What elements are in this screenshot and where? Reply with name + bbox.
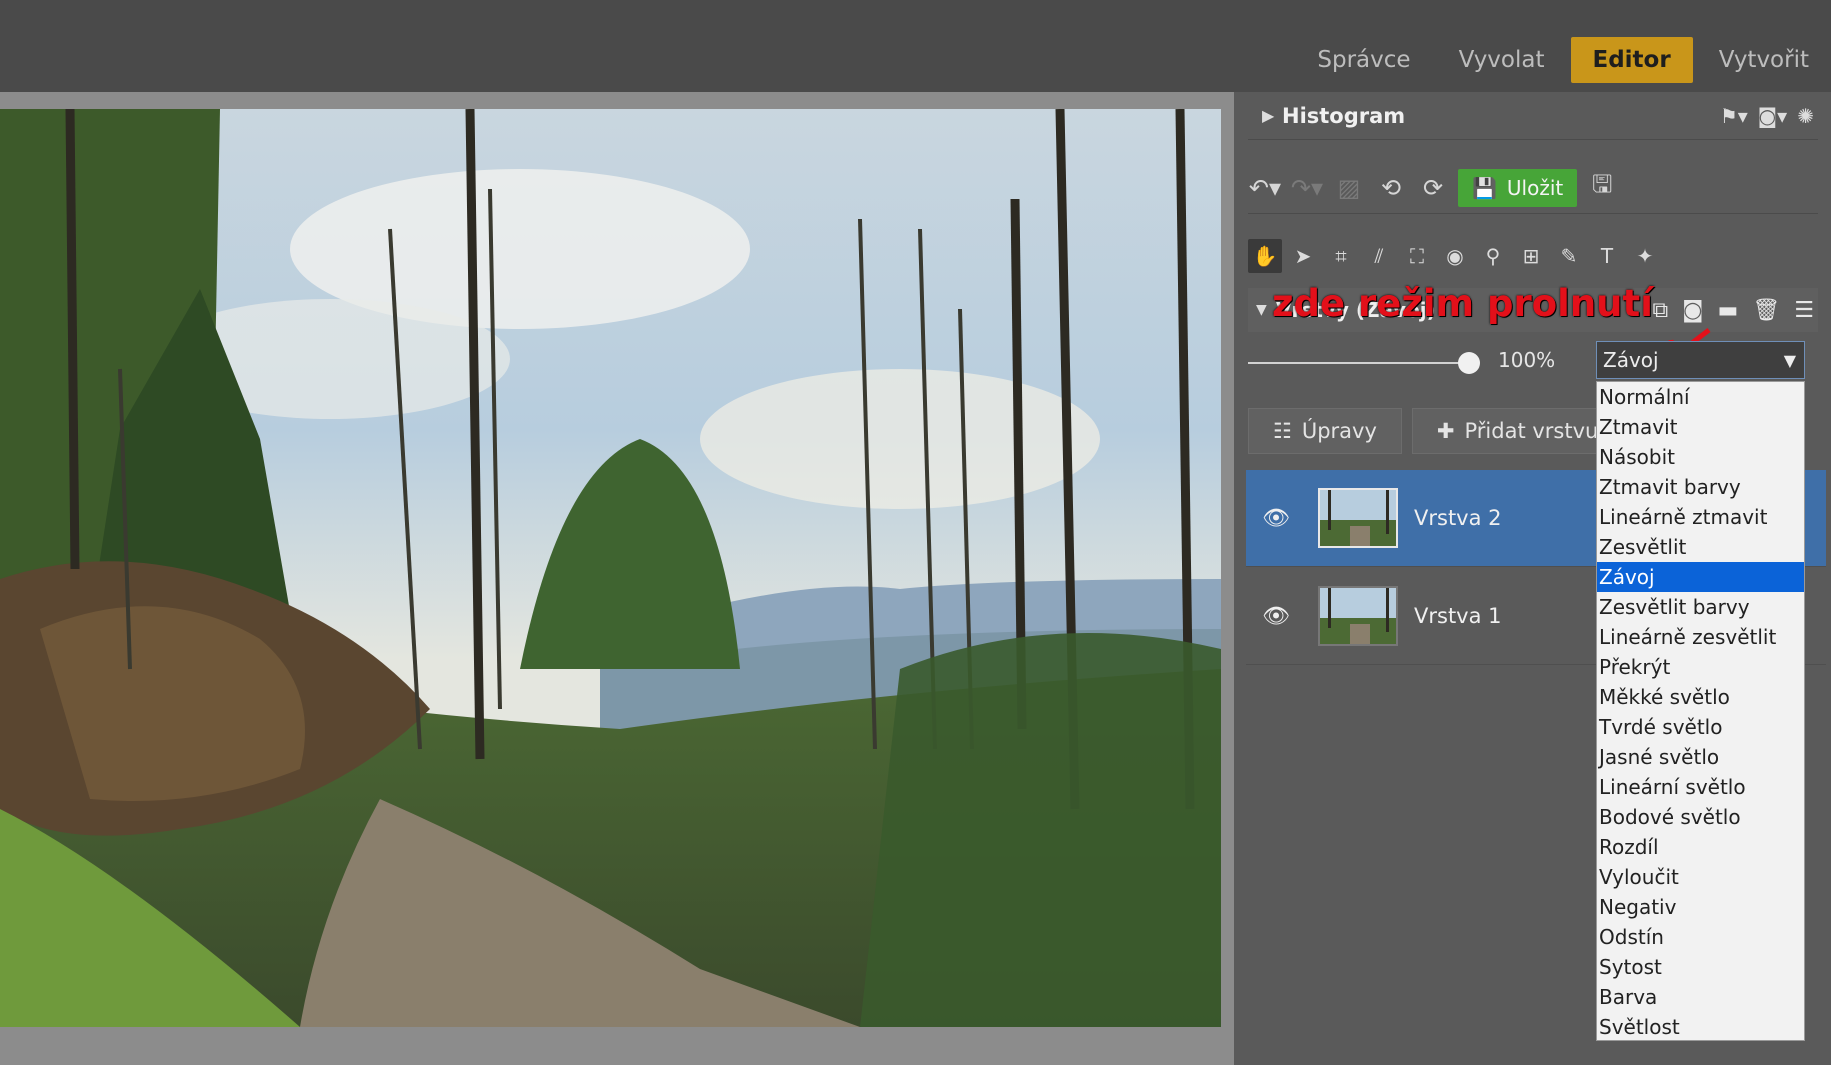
adjustments-label: Úpravy [1301,419,1377,443]
plus-icon: ✚ [1436,419,1455,443]
redo-icon[interactable]: ↷▾ [1290,174,1324,202]
trash-icon[interactable]: 🗑 [1752,298,1780,323]
histogram-title: Histogram [1282,103,1406,128]
crop-tool-icon[interactable]: ⌗ [1324,239,1358,273]
photo [0,109,1221,1027]
blend-mode-select[interactable]: Závoj ▼ [1596,341,1805,379]
blend-mode-option[interactable]: Světlost [1597,1012,1804,1042]
annotation-text: zde režim prolnutí [1272,282,1653,325]
histogram-icons: ⚑▾ ◙▾ ✺ [1720,104,1818,128]
folder-icon[interactable]: ▬ [1718,298,1739,323]
blend-mode-option[interactable]: Jasné světlo [1597,742,1804,772]
eye-icon[interactable]: 👁 [1246,604,1306,629]
blend-mode-dropdown: Normální Ztmavit Násobit Ztmavit barvy Lineá… [1596,381,1805,1041]
adjustments-button[interactable]: ☷ Úpravy [1248,408,1402,454]
blend-mode-option[interactable]: Ztmavit barvy [1597,472,1804,502]
tab-editor[interactable]: Editor [1570,37,1693,83]
thumbnail-image [1320,490,1396,546]
hand-tool-icon[interactable]: ✋ [1248,239,1282,273]
redeye-tool-icon[interactable]: ◉ [1438,239,1472,273]
opacity-value: 100% [1498,348,1556,372]
rotate-right-icon[interactable]: ⟳ [1416,174,1450,202]
tool-palette: ✋ ➤ ⌗ ⫽ ⛶ ◉ ⚲ ⊞ ✎ T ✦ [1248,232,1818,280]
effects-tool-icon[interactable]: ✦ [1628,239,1662,273]
straighten-tool-icon[interactable]: ⫽ [1362,239,1396,273]
layer-name: Vrstva 1 [1414,604,1502,628]
brush-tool-icon[interactable]: ✎ [1552,239,1586,273]
chevron-down-icon: ▼ [1783,351,1796,370]
mask-icon[interactable]: ◙▾ [1758,104,1787,128]
blend-mode-option[interactable]: Barva [1597,982,1804,1012]
top-bar: Správce Vyvolat Editor Vytvořit [0,0,1831,92]
blend-mode-option[interactable]: Lineární světlo [1597,772,1804,802]
blend-mode-option[interactable]: Lineárně ztmavit [1597,502,1804,532]
histogram-header[interactable]: ▶ Histogram ⚑▾ ◙▾ ✺ [1248,92,1818,140]
layer-mask-icon[interactable]: ◙ [1682,298,1703,323]
save-as-icon[interactable]: 🖫 [1585,167,1619,208]
menu-icon[interactable]: ☰ [1794,298,1814,323]
blend-mode-option[interactable]: Zesvětlit barvy [1597,592,1804,622]
blend-mode-option[interactable]: Negativ [1597,892,1804,922]
module-tabs: Správce Vyvolat Editor Vytvořit [1291,36,1831,84]
save-label: Uložit [1506,175,1564,200]
pointer-tool-icon[interactable]: ➤ [1286,239,1320,273]
blend-mode-option[interactable]: Překrýt [1597,652,1804,682]
blend-mode-option[interactable]: Ztmavit [1597,412,1804,442]
main-toolbar: ↶▾ ↷▾ ▨ ⟲ ⟳ 💾 Uložit 🖫 [1248,162,1818,214]
layer-thumbnail [1318,586,1398,646]
sliders-icon: ☷ [1273,419,1292,443]
blend-mode-option[interactable]: Sytost [1597,952,1804,982]
tab-vyvolat[interactable]: Vyvolat [1437,37,1567,83]
blend-mode-option[interactable]: Rozdíl [1597,832,1804,862]
duplicate-layer-icon[interactable]: ⧉ [1652,298,1668,323]
blend-mode-value: Závoj [1603,348,1659,372]
forest-photo [0,109,1221,1027]
blend-mode-option[interactable]: Zesvětlit [1597,532,1804,562]
floppy-icon: 💾 [1472,175,1497,200]
opacity-slider-knob[interactable] [1458,352,1480,374]
image-canvas[interactable] [0,92,1234,1065]
perspective-tool-icon[interactable]: ⛶ [1400,239,1434,273]
text-tool-icon[interactable]: T [1590,239,1624,273]
blend-mode-option[interactable]: Násobit [1597,442,1804,472]
grid-tool-icon[interactable]: ⊞ [1514,239,1548,273]
opacity-slider-track[interactable] [1248,362,1466,364]
thumbnail-image [1320,588,1396,644]
blend-mode-option[interactable]: Normální [1597,382,1804,412]
add-layer-label: Přidat vrstvu [1464,419,1599,443]
layer-actions: ⧉ ◙ ▬ 🗑 ☰ [1652,298,1818,323]
clone-tool-icon[interactable]: ⚲ [1476,239,1510,273]
flag-icon[interactable]: ⚑▾ [1720,104,1748,128]
blend-mode-option[interactable]: Bodové světlo [1597,802,1804,832]
undo-icon[interactable]: ↶▾ [1248,174,1282,202]
blend-mode-option[interactable]: Vyloučit [1597,862,1804,892]
blend-mode-option[interactable]: Lineárně zesvětlit [1597,622,1804,652]
image-icon[interactable]: ▨ [1332,174,1366,202]
blend-mode-option[interactable]: Odstín [1597,922,1804,952]
blend-mode-option[interactable]: Měkké světlo [1597,682,1804,712]
blend-mode-option[interactable]: Závoj [1597,562,1804,592]
chevron-right-icon[interactable]: ▶ [1248,106,1282,125]
layer-name: Vrstva 2 [1414,506,1502,530]
tab-vytvorit[interactable]: Vytvořit [1697,37,1831,83]
save-button[interactable]: 💾 Uložit [1458,168,1578,207]
rotate-left-icon[interactable]: ⟲ [1374,174,1408,202]
exposure-icon[interactable]: ✺ [1797,104,1814,128]
tab-spravce[interactable]: Správce [1295,37,1432,83]
blend-mode-option[interactable]: Tvrdé světlo [1597,712,1804,742]
layer-thumbnail [1318,488,1398,548]
eye-icon[interactable]: 👁 [1246,506,1306,531]
